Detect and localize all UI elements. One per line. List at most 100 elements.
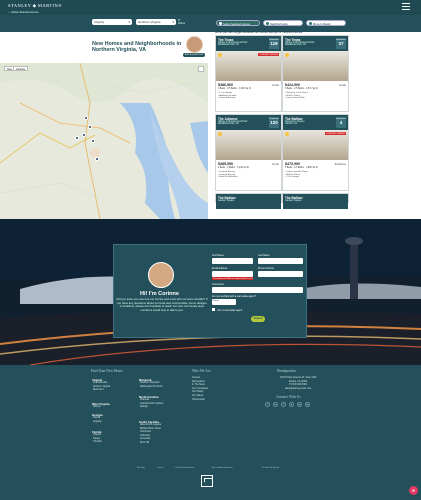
card-price: $386,960 — [218, 83, 233, 87]
homesite-count: Homesites 119 — [269, 38, 279, 49]
agent-select[interactable]: Select — [212, 299, 236, 305]
chat-icon[interactable]: ✉ — [409, 486, 418, 495]
map-type-satellite[interactable]: Satellite — [13, 66, 29, 71]
home-photo[interactable] — [283, 51, 348, 81]
footer-who-links[interactable]: Careers Daring Book In The News Our Comp… — [192, 377, 208, 402]
favorite-icon[interactable] — [218, 53, 222, 57]
corinne-avatar — [148, 262, 174, 288]
pill-neighborhoods[interactable]: Neighborhoods — [263, 20, 303, 26]
footer-links-virginia[interactable]: Charlottesville Northern Virginia Richmo… — [93, 382, 110, 393]
card-location: Village at Brookewood Park Manassas Park… — [285, 40, 315, 47]
card-type: Condo — [271, 162, 279, 166]
comments-input[interactable] — [212, 287, 303, 293]
hamburger-menu-icon[interactable] — [402, 3, 410, 10]
social-p-icon[interactable]: p — [289, 402, 294, 407]
email-input[interactable] — [212, 271, 253, 277]
card-price: $424,900 — [285, 83, 300, 87]
pill-label: Neighborhoods — [270, 22, 288, 26]
first-name-input[interactable] — [212, 258, 253, 264]
footer-bottom-link[interactable]: Privacy — [157, 467, 164, 469]
listing-card[interactable]: The Texas Village at Brookewood Park Mana… — [215, 35, 282, 112]
status-badge: CONTRACT PENDING — [325, 132, 346, 136]
map-marker[interactable] — [75, 136, 79, 140]
pill-move-in-ready[interactable]: Move-In Ready — [306, 20, 346, 26]
card-specs: 3 Beds · 2.5 Baths · 1,883 Sq Ft — [285, 167, 318, 169]
pill-selected-homes[interactable]: Select Selected Homes — [216, 20, 260, 26]
fullscreen-icon[interactable] — [198, 66, 204, 72]
map-view[interactable] — [0, 63, 208, 219]
footer-hq-address: 11710 Plaza America Dr, Suite 1100 Resto… — [279, 377, 317, 390]
listing-card[interactable]: The Balfour Garden Square — [215, 193, 282, 209]
breadcrumb-link[interactable]: ← Nation Selected Homes — [8, 11, 39, 14]
footer-links-florida[interactable]: Orlando Tampa Titusville — [93, 434, 102, 445]
footer-links-georgia[interactable]: Atlanta Augusta — [93, 417, 101, 424]
favorite-icon[interactable] — [218, 132, 222, 136]
map-marker[interactable] — [82, 133, 86, 137]
footer-links-maryland[interactable]: Southern Maryland Washington DC Metro — [140, 382, 163, 389]
footer-links-west-virginia[interactable]: Ranson — [93, 406, 101, 410]
footer-links-south-carolina[interactable]: Aiken-North Augusta Bluffton-Hilton Head… — [140, 424, 161, 446]
homesite-count: Homesites 37 — [336, 38, 346, 49]
agent-question-label: Are you working with a real estate agent… — [212, 295, 256, 298]
social-t-icon[interactable]: t — [281, 402, 286, 407]
card-features: • Lower Level Rec Room • Walk-In Pantry … — [285, 171, 308, 179]
region-select[interactable]: Northern Virginia ▾ — [136, 19, 176, 25]
homesite-count: Homesites 120 — [269, 117, 279, 128]
listing-card[interactable]: The Balfour Newington Square Canton, VA Ho… — [282, 114, 349, 191]
map-marker[interactable] — [88, 125, 92, 129]
region-select-value: Northern Virginia — [138, 20, 161, 25]
brand-logo[interactable]: STANLEY ◆ MARTIN® — [8, 3, 62, 9]
card-type: Condo — [271, 83, 279, 87]
radio-icon — [218, 22, 222, 26]
social-f-icon[interactable]: f — [265, 402, 270, 407]
favorite-icon[interactable] — [285, 53, 289, 57]
social-ig-icon[interactable]: ig — [305, 402, 310, 407]
listing-card[interactable]: The Julianne Village at Brookewood Park M… — [215, 114, 282, 191]
email-label: Email Address — [212, 267, 228, 270]
ask-question-button[interactable]: ASK A QUESTION — [183, 53, 205, 57]
realtor-checkbox-label: I am a real estate agent — [217, 308, 243, 312]
social-yt-icon[interactable]: yt — [297, 402, 302, 407]
count-value: 119 — [270, 41, 278, 46]
footer-who-heading: Who We Are — [192, 369, 211, 373]
card-location: Garden Square — [285, 198, 302, 202]
phone-input[interactable] — [258, 271, 303, 277]
map-marker[interactable] — [91, 139, 95, 143]
listing-card[interactable]: The Balfour Garden Square — [282, 193, 349, 209]
card-location: Village at Brookewood Park Manassas Park… — [218, 119, 248, 126]
card-price: $385,950 — [218, 162, 233, 166]
card-specs: 2 Beds · 2 Baths · 1,440 Sq Ft — [218, 167, 249, 169]
footer-bottom-link[interactable]: © 2023 Stanley Martin — [174, 467, 194, 469]
card-specs: 2 Beds · 2.5 Baths · 1,624 Sq Ft — [218, 88, 251, 90]
agent-avatar — [186, 36, 203, 53]
email-error: The preference fields are required and i… — [212, 277, 253, 280]
state-select[interactable]: Virginia ▾ — [92, 19, 132, 25]
last-name-input[interactable] — [258, 258, 303, 264]
realtor-checkbox[interactable] — [212, 308, 215, 311]
card-price: $475,990 — [285, 162, 300, 166]
count-value: 37 — [338, 41, 344, 46]
card-location: Newington Square Canton, VA — [285, 119, 305, 126]
card-location: Village at Brookewood Park Manassas Park… — [218, 40, 248, 47]
comments-label: Comments — [212, 283, 224, 286]
state-select-value: Virginia — [94, 20, 104, 25]
filters-button[interactable]: ☰ Filters — [178, 19, 185, 25]
footer-bottom-link[interactable]: Accessibility Statement — [212, 467, 233, 469]
site-header — [0, 0, 421, 15]
footer-bottom-link[interactable]: Do Not Sell My Info — [262, 467, 279, 469]
footer-bottom-link[interactable]: Site Map — [137, 467, 145, 469]
homesite-count: Homesites 4 — [336, 117, 346, 128]
submit-button[interactable]: Submit — [251, 316, 265, 322]
listing-card[interactable]: The Texas Village at Brookewood Park Mana… — [282, 35, 349, 112]
map-canvas — [0, 63, 208, 219]
footer-links-north-carolina[interactable]: Charlotte Coastal North Carolina Raleigh — [140, 399, 163, 410]
map-marker[interactable] — [84, 116, 88, 120]
map-marker[interactable] — [95, 157, 99, 161]
contact-intro: Did you know you can tour our homes and … — [116, 297, 208, 312]
radio-icon — [265, 22, 269, 26]
social-in-icon[interactable]: in — [273, 402, 278, 407]
home-photo[interactable] — [216, 130, 281, 160]
radio-icon — [308, 22, 312, 26]
favorite-icon[interactable] — [285, 132, 289, 136]
footer-hq-heading: Headquarters — [277, 369, 297, 373]
